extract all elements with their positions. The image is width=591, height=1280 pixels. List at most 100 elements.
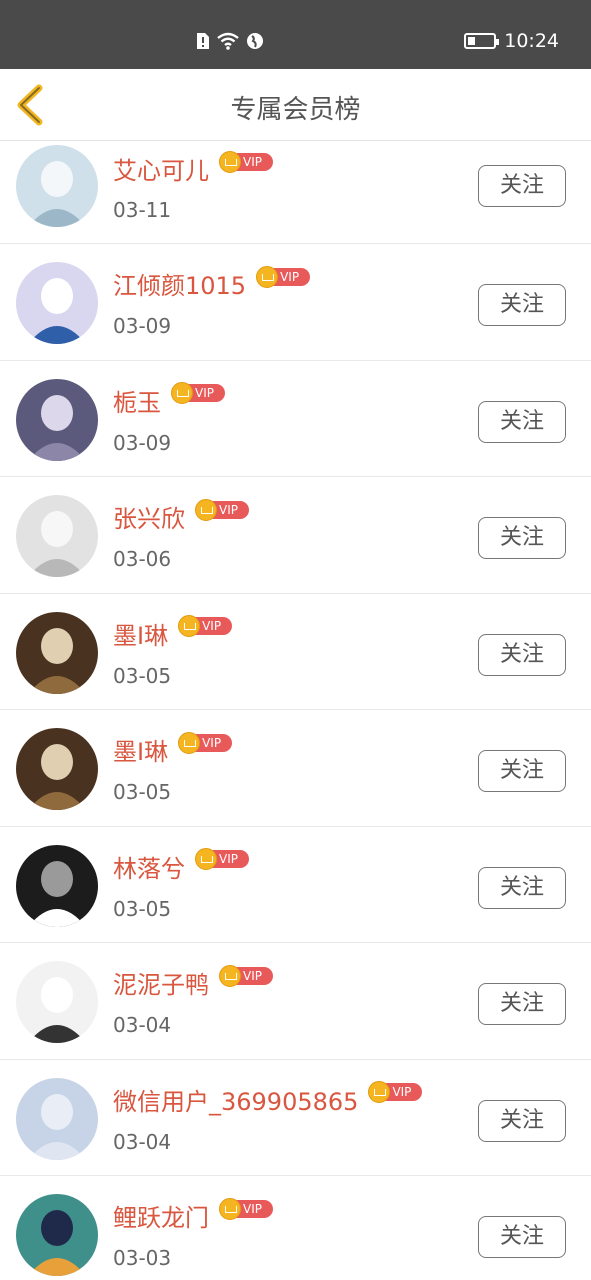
status-bar: 10:24 xyxy=(0,0,591,69)
crown-icon xyxy=(219,964,241,987)
member-row[interactable]: 张兴欣 VIP 03-06 关注 xyxy=(0,477,591,594)
avatar-image xyxy=(16,961,98,1043)
avatar-image xyxy=(16,495,98,577)
member-date: 03-09 xyxy=(113,314,172,338)
status-right: 10:24 xyxy=(464,30,559,52)
follow-button[interactable]: 关注 xyxy=(478,633,566,676)
crown-icon xyxy=(195,498,217,521)
member-row[interactable]: 林落兮 VIP 03-05 关注 xyxy=(0,827,591,943)
avatar-image xyxy=(16,1077,98,1160)
avatar[interactable] xyxy=(16,728,98,810)
follow-button[interactable]: 关注 xyxy=(478,400,566,443)
crown-icon xyxy=(171,382,193,404)
member-date: 03-04 xyxy=(113,1013,172,1037)
name-row: 江倾颜1015 VIP xyxy=(113,265,311,301)
member-name[interactable]: 鲤跃龙门 xyxy=(113,1198,209,1233)
member-row[interactable]: 泥泥子鸭 VIP 03-04 关注 xyxy=(0,943,591,1060)
member-name[interactable]: 艾心可儿 xyxy=(113,151,209,186)
member-row[interactable]: 艾心可儿 VIP 03-11 关注 xyxy=(0,141,591,244)
avatar-image xyxy=(16,844,98,927)
page-header: 专属会员榜 xyxy=(0,69,591,141)
member-date: 03-11 xyxy=(113,198,172,222)
member-name[interactable]: 墨I琳 xyxy=(113,732,168,767)
member-date: 03-05 xyxy=(113,780,172,804)
follow-button[interactable]: 关注 xyxy=(478,284,566,326)
avatar-image xyxy=(16,262,98,344)
crown-icon xyxy=(219,1197,241,1220)
avatar-image xyxy=(16,728,98,810)
vip-badge: VIP xyxy=(178,615,233,637)
avatar[interactable] xyxy=(16,611,98,694)
avatar-image xyxy=(16,378,98,461)
member-name[interactable]: 栀玉 xyxy=(113,383,161,418)
battery-level xyxy=(468,37,476,45)
member-row[interactable]: 墨I琳 VIP 03-05 关注 xyxy=(0,710,591,827)
vip-badge: VIP xyxy=(178,731,233,754)
name-row: 栀玉 VIP xyxy=(113,382,225,418)
name-row: 艾心可儿 VIP xyxy=(113,150,273,186)
member-row[interactable]: 鲤跃龙门 VIP 03-03 关注 xyxy=(0,1176,591,1280)
avatar-image xyxy=(16,145,98,227)
wifi-icon xyxy=(217,32,239,50)
status-icons xyxy=(196,32,264,50)
avatar-image xyxy=(16,1194,98,1276)
member-row[interactable]: 江倾颜1015 VIP 03-09 关注 xyxy=(0,244,591,361)
vip-badge: VIP xyxy=(195,498,249,521)
crown-icon xyxy=(195,848,217,870)
follow-button[interactable]: 关注 xyxy=(478,866,566,909)
avatar[interactable] xyxy=(16,1194,98,1276)
page-title: 专属会员榜 xyxy=(230,95,361,125)
member-row[interactable]: 墨I琳 VIP 03-05 关注 xyxy=(0,594,591,710)
status-time: 10:24 xyxy=(504,30,559,52)
avatar[interactable] xyxy=(16,1077,98,1160)
name-row: 张兴欣 VIP xyxy=(113,498,249,534)
member-name[interactable]: 墨I琳 xyxy=(113,616,168,651)
member-name[interactable]: 江倾颜1015 xyxy=(113,266,246,301)
avatar[interactable] xyxy=(16,844,98,927)
crown-icon xyxy=(219,150,241,173)
member-name[interactable]: 微信用户_369905865 xyxy=(113,1082,358,1117)
vip-badge: VIP xyxy=(219,1197,273,1220)
avatar-image xyxy=(16,611,98,694)
member-date: 03-04 xyxy=(113,1129,172,1154)
vip-badge: VIP xyxy=(256,265,311,288)
vip-badge: VIP xyxy=(219,964,273,987)
member-date: 03-03 xyxy=(113,1246,172,1270)
avatar[interactable] xyxy=(16,961,98,1043)
vip-badge: VIP xyxy=(171,382,225,404)
follow-button[interactable]: 关注 xyxy=(478,165,566,207)
avatar[interactable] xyxy=(16,262,98,344)
battery-icon xyxy=(464,33,500,49)
name-row: 林落兮 VIP xyxy=(113,848,249,884)
name-row: 墨I琳 VIP xyxy=(113,731,233,767)
follow-button[interactable]: 关注 xyxy=(478,750,566,792)
follow-button[interactable]: 关注 xyxy=(478,983,566,1025)
vip-badge: VIP xyxy=(368,1081,423,1103)
member-name[interactable]: 张兴欣 xyxy=(113,499,185,534)
member-list: 艾心可儿 VIP 03-11 关注 江倾颜1015 VIP 03-09 关注 栀… xyxy=(0,141,591,1280)
member-date: 03-09 xyxy=(113,430,172,455)
name-row: 墨I琳 VIP xyxy=(113,615,233,651)
crown-icon xyxy=(178,615,201,637)
member-date: 03-06 xyxy=(113,547,172,571)
follow-button[interactable]: 关注 xyxy=(478,1216,566,1258)
follow-button[interactable]: 关注 xyxy=(478,1099,566,1142)
name-row: 泥泥子鸭 VIP xyxy=(113,964,273,1000)
crown-icon xyxy=(178,731,201,754)
name-row: 鲤跃龙门 VIP xyxy=(113,1197,273,1233)
globe-icon xyxy=(247,33,263,49)
member-date: 03-05 xyxy=(113,663,172,688)
sim-alert-icon xyxy=(197,33,209,49)
name-row: 微信用户_369905865 VIP xyxy=(113,1081,423,1117)
member-name[interactable]: 泥泥子鸭 xyxy=(113,965,209,1000)
member-row[interactable]: 栀玉 VIP 03-09 关注 xyxy=(0,361,591,477)
vip-badge: VIP xyxy=(195,848,249,870)
avatar[interactable] xyxy=(16,495,98,577)
member-name[interactable]: 林落兮 xyxy=(113,849,185,884)
follow-button[interactable]: 关注 xyxy=(478,517,566,559)
avatar[interactable] xyxy=(16,378,98,461)
member-date: 03-05 xyxy=(113,896,172,921)
member-row[interactable]: 微信用户_369905865 VIP 03-04 关注 xyxy=(0,1060,591,1176)
crown-icon xyxy=(256,265,279,288)
avatar[interactable] xyxy=(16,145,98,227)
